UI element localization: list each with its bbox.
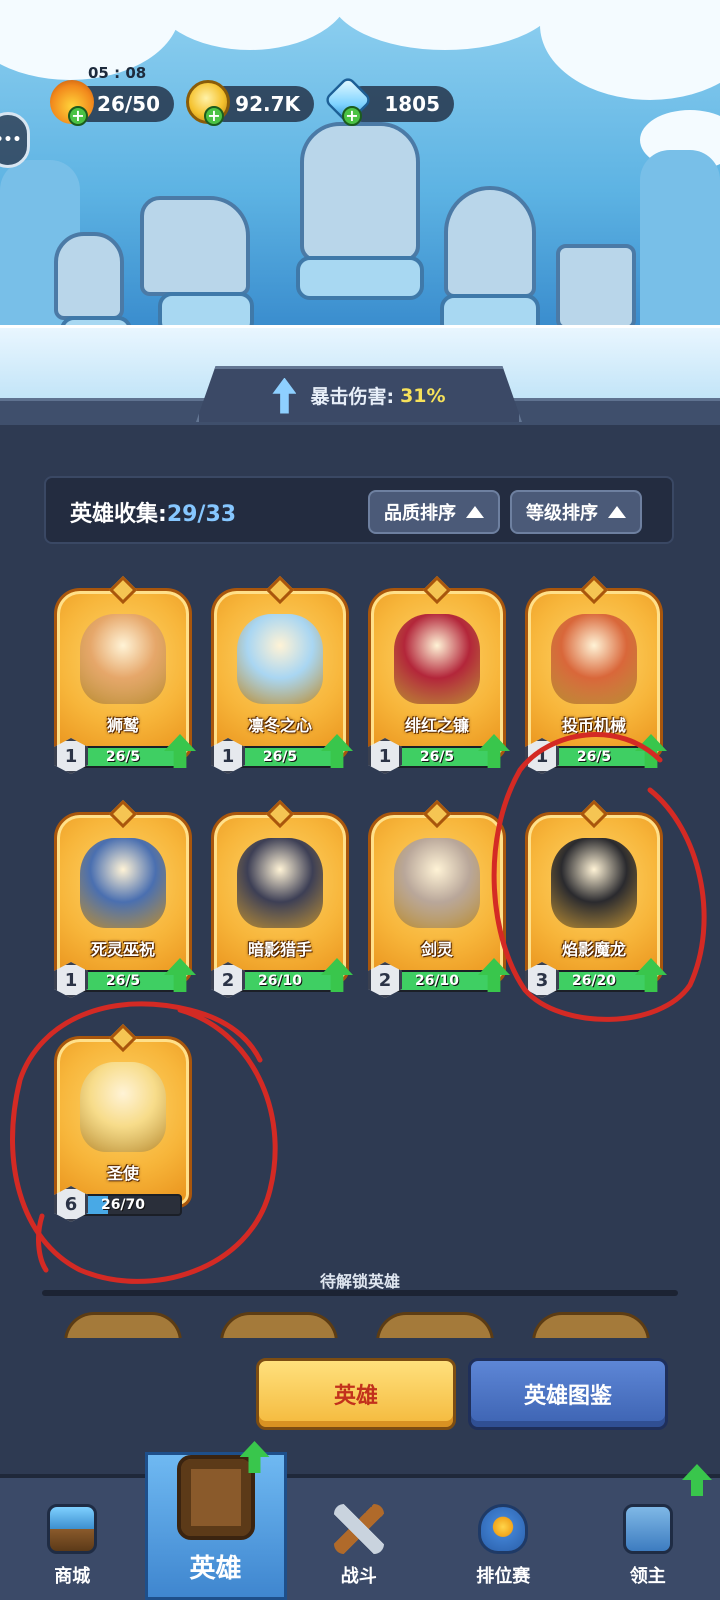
crit-value: 31% [400,384,446,407]
upgrade-available-icon [682,1464,712,1496]
hero-name: 投币机械 [561,716,626,735]
hero-name: 狮鹫 [106,716,139,735]
hero-portrait [80,838,166,928]
hero-name: 凛冬之心 [247,716,312,735]
hero-codex-button[interactable]: 英雄图鉴 [468,1358,668,1430]
session-timer: 05 : 08 [88,64,147,82]
hero-name: 剑灵 [420,940,453,959]
add-gold-button[interactable]: + [204,106,224,126]
bottom-nav: 商城 英雄 战斗 排位赛 领主 [0,1441,720,1600]
hero-portrait [80,614,166,704]
hero-card[interactable]: 狮鹫 26/5 1 [54,575,196,778]
add-crystal-button[interactable]: + [342,106,362,126]
sort-ascending-icon [466,506,484,518]
statue-robot [556,244,636,330]
add-energy-button[interactable]: + [68,106,88,126]
crit-label: 暴击伤害: [310,386,395,408]
hero-card[interactable]: 暗影猎手 26/10 2 [211,799,353,1002]
gold-value: 92.7K [235,92,300,116]
shop-chest-icon [47,1504,98,1554]
hero-name: 死灵巫祝 [90,940,155,959]
locked-heroes-label: 待解锁英雄 [319,1272,400,1291]
sort-by-quality-button[interactable]: 品质排序 [368,490,500,534]
hero-portrait [394,614,480,704]
hero-card-icon [176,1455,255,1540]
hero-portrait [80,1062,166,1152]
nav-heroes[interactable]: 英雄 [144,1441,287,1600]
hero-name: 焰影魔龙 [561,940,626,959]
hero-name: 暗影猎手 [247,940,312,959]
hero-collection-header: 英雄收集:29/33 品质排序 等级排序 [44,476,674,544]
hero-card[interactable]: 焰影魔龙 26/20 3 [525,799,667,1002]
crystal-value: 1805 [384,92,440,116]
crossed-swords-icon [333,1504,384,1554]
nav-ranked[interactable]: 排位赛 [431,1478,576,1600]
hero-name: 绯红之镰 [404,716,469,735]
crit-up-arrow-icon [272,377,297,414]
sort-ascending-icon [608,506,626,518]
hero-portrait [551,614,637,704]
nav-lord[interactable]: 领主 [576,1464,720,1600]
hero-card[interactable]: 绯红之镰 26/5 1 [368,575,510,778]
hero-card[interactable]: 投币机械 26/5 1 [525,575,667,778]
hero-portrait [394,838,480,928]
hero-tab-button[interactable]: 英雄 [256,1358,456,1430]
collection-count: 29/33 [166,502,237,527]
collection-title: 英雄收集:29/33 [70,502,237,527]
statue-hooded [444,186,536,298]
nav-battle[interactable]: 战斗 [287,1478,432,1600]
locked-divider [42,1290,678,1296]
energy-value: 26/50 [97,92,160,116]
nav-shop[interactable]: 商城 [0,1478,145,1600]
sort-by-level-button[interactable]: 等级排序 [510,490,642,534]
hero-card[interactable]: 凛冬之心 26/5 1 [211,575,353,778]
hero-hall-scene: 05 : 08 26/50 + 92.7K + 1805 + ••• 暴击伤害:… [0,0,720,425]
hero-name: 圣使 [106,1164,139,1183]
hero-portrait [237,838,323,928]
statue-griffin [140,196,250,296]
lord-banner-icon [622,1504,673,1554]
hero-portrait [551,838,637,928]
hero-card[interactable]: 剑灵 26/10 2 [368,799,510,1002]
hero-card[interactable]: 死灵巫祝 26/5 1 [54,799,196,1002]
statue-left [54,232,124,320]
ranked-shield-icon [478,1504,529,1554]
hero-portrait [237,614,323,704]
crit-damage-banner: 暴击伤害: 31% [196,366,522,422]
statue-dragon [300,122,420,262]
hero-card[interactable]: 圣使 26/70 6 [54,1023,192,1226]
